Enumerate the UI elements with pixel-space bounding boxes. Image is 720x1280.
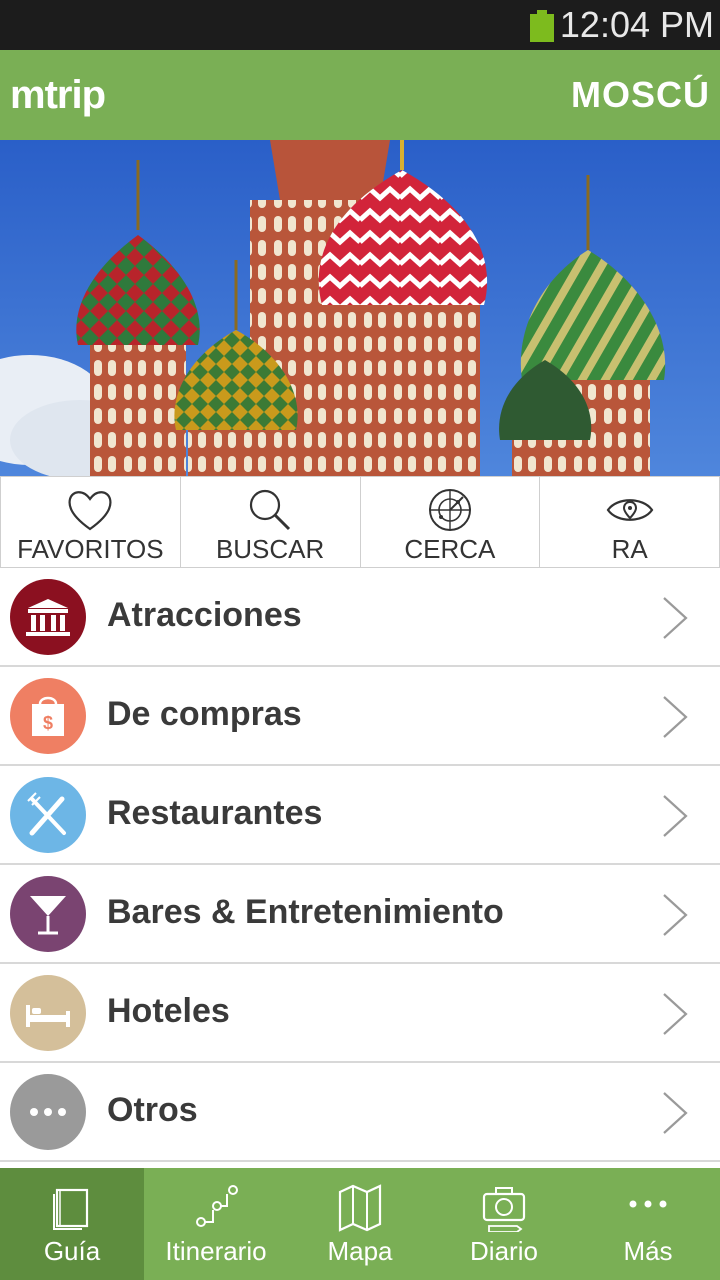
tab-label: Itinerario <box>165 1236 267 1266</box>
chevron-right-icon <box>663 894 688 936</box>
category-label: Bares & Entretenimiento <box>107 893 504 931</box>
camera-icon <box>482 1187 526 1232</box>
quick-favoritos[interactable]: FAVORITOS <box>0 477 181 567</box>
search-icon <box>250 489 291 531</box>
quick-actions: FAVORITOS BUSCAR CERCA RA <box>0 476 720 568</box>
chevron-right-icon <box>663 696 688 738</box>
battery-full-icon <box>530 10 554 42</box>
tab-label: Diario <box>470 1236 538 1266</box>
tab-label: Mapa <box>327 1236 393 1266</box>
quick-ra[interactable]: RA <box>540 477 720 567</box>
quick-label: RA <box>611 534 648 564</box>
quick-label: FAVORITOS <box>17 534 164 564</box>
tab-guia[interactable]: Guía <box>0 1168 144 1280</box>
app-logo[interactable]: mtrip <box>10 70 106 120</box>
tab-itinerario[interactable]: Itinerario <box>144 1168 288 1280</box>
category-hoteles[interactable]: Hoteles <box>0 964 720 1063</box>
guide-book-icon <box>53 1188 89 1230</box>
tab-label: Más <box>623 1236 673 1266</box>
quick-cerca[interactable]: CERCA <box>361 477 541 567</box>
category-atracciones[interactable]: Atracciones <box>0 568 720 667</box>
chevron-right-icon <box>663 993 688 1035</box>
chevron-right-icon <box>663 1092 688 1134</box>
quick-label: BUSCAR <box>215 534 325 564</box>
heart-icon <box>68 491 112 531</box>
category-label: Hoteles <box>107 992 230 1030</box>
status-time: 12:04 PM <box>559 4 714 45</box>
quick-label: CERCA <box>404 534 496 564</box>
tab-mas[interactable]: Más <box>576 1168 720 1280</box>
bottom-tab-bar: Guía Itinerario Mapa Diario Más <box>0 1168 720 1280</box>
city-title[interactable]: MOSCÚ <box>571 72 710 118</box>
bed-icon <box>10 975 86 1051</box>
tab-mapa[interactable]: Mapa <box>288 1168 432 1280</box>
quick-buscar[interactable]: BUSCAR <box>181 477 361 567</box>
more-dots-icon <box>629 1200 667 1208</box>
svg-text:$: $ <box>43 713 53 733</box>
hero-image <box>0 140 720 476</box>
more-dots-icon <box>10 1074 86 1150</box>
radar-icon <box>428 489 471 531</box>
status-bar: 12:04 PM <box>0 0 720 50</box>
app-bar: mtrip MOSCÚ <box>0 50 720 140</box>
category-de-compras[interactable]: $ De compras <box>0 667 720 766</box>
route-icon <box>196 1185 238 1227</box>
eye-icon <box>606 499 653 521</box>
cocktail-icon <box>10 876 86 952</box>
category-label: Otros <box>107 1091 198 1129</box>
chevron-right-icon <box>663 795 688 837</box>
category-label: De compras <box>107 695 302 733</box>
museum-icon <box>10 579 86 655</box>
fork-knife-icon <box>10 777 86 853</box>
category-bares[interactable]: Bares & Entretenimiento <box>0 865 720 964</box>
tab-label: Guía <box>43 1236 101 1266</box>
tab-diario[interactable]: Diario <box>432 1168 576 1280</box>
chevron-right-icon <box>663 597 688 639</box>
map-icon <box>338 1184 382 1232</box>
category-restaurantes[interactable]: Restaurantes <box>0 766 720 865</box>
category-label: Restaurantes <box>107 794 323 832</box>
shopping-bag-icon: $ <box>10 678 86 754</box>
category-otros[interactable]: Otros <box>0 1063 720 1162</box>
category-label: Atracciones <box>107 596 302 634</box>
category-list: Atracciones $ De compras Restaurantes Ba… <box>0 568 720 1162</box>
